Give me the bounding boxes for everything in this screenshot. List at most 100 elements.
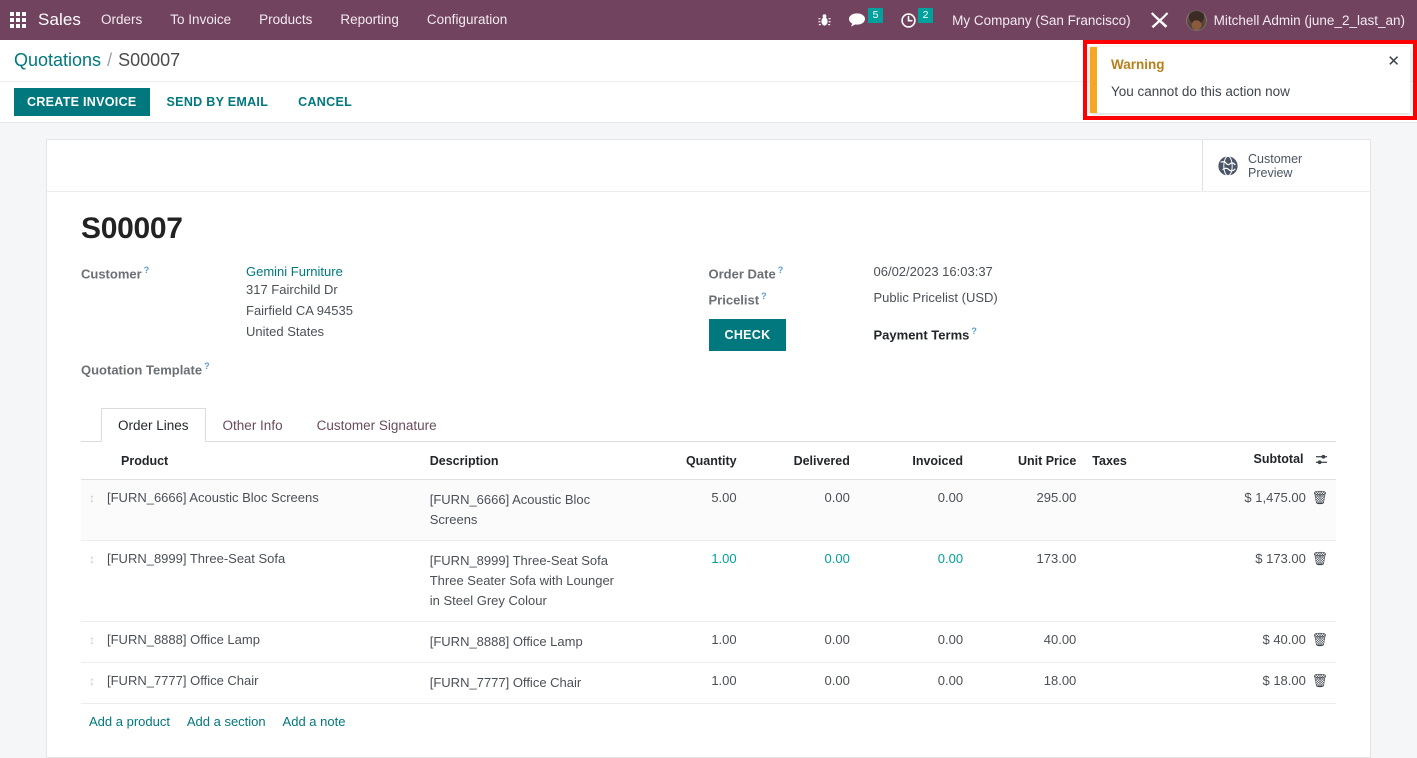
drag-handle-icon[interactable]: ↕ xyxy=(89,674,107,688)
cell-taxes[interactable] xyxy=(1084,540,1179,623)
order-lines-table: Product Description Quantity Delivered I… xyxy=(81,442,1336,739)
field-payment-terms: CHECK Payment Terms? xyxy=(708,318,1337,351)
messaging-menu-button[interactable]: 5 xyxy=(840,0,892,40)
close-icon[interactable]: ✕ xyxy=(1387,54,1400,69)
field-pricelist-value[interactable]: Public Pricelist (USD) xyxy=(874,290,998,305)
tab-order-lines[interactable]: Order Lines xyxy=(101,408,206,443)
drag-handle-icon[interactable]: ↕ xyxy=(89,491,107,505)
cell-delivered[interactable]: 0.00 xyxy=(744,479,858,542)
user-name-label: Mitchell Admin (june_2_last_an) xyxy=(1213,12,1405,28)
cell-invoiced[interactable]: 0.00 xyxy=(857,540,972,623)
column-header-quantity[interactable]: Quantity xyxy=(631,442,745,481)
cell-delivered[interactable]: 0.00 xyxy=(744,621,858,664)
breadcrumb-parent-quotations[interactable]: Quotations xyxy=(14,50,101,71)
trash-icon[interactable]: 🗑 xyxy=(1309,490,1328,505)
column-header-subtotal[interactable]: Subtotal xyxy=(1178,442,1336,481)
field-order-date-value[interactable]: 06/02/2023 16:03:37 xyxy=(874,264,993,279)
company-switcher[interactable]: My Company (San Francisco) xyxy=(942,13,1141,28)
cancel-button[interactable]: CANCEL xyxy=(285,88,365,116)
table-row[interactable]: ↕ [FURN_6666] Acoustic Bloc Screens [FURN… xyxy=(81,479,1336,542)
cell-quantity[interactable]: 5.00 xyxy=(631,479,745,542)
record-sheet: Customer Preview S00007 Customer? Gemini… xyxy=(46,139,1371,758)
order-lines-body: ↕ [FURN_6666] Acoustic Bloc Screens [FURN… xyxy=(81,479,1336,740)
cell-delivered[interactable]: 0.00 xyxy=(744,662,858,705)
cell-taxes[interactable] xyxy=(1084,621,1179,664)
cell-product[interactable]: ↕ [FURN_8888] Office Lamp xyxy=(81,621,422,664)
tooltip-icon[interactable]: ? xyxy=(144,265,150,275)
check-button-cell: CHECK xyxy=(708,318,874,351)
cell-unit-price[interactable]: 18.00 xyxy=(971,662,1085,705)
cell-quantity[interactable]: 1.00 xyxy=(631,540,745,623)
table-row[interactable]: ↕ [FURN_8888] Office Lamp [FURN_8888] Off… xyxy=(81,621,1336,664)
sliders-icon[interactable] xyxy=(1315,453,1328,469)
column-header-unit-price[interactable]: Unit Price xyxy=(971,442,1085,481)
drag-handle-icon[interactable]: ↕ xyxy=(89,552,107,566)
cell-invoiced[interactable]: 0.00 xyxy=(857,662,972,705)
cell-product-text: [FURN_8888] Office Lamp xyxy=(107,632,260,648)
table-row[interactable]: ↕ [FURN_7777] Office Chair [FURN_7777] Of… xyxy=(81,662,1336,705)
sheet-content: S00007 Customer? Gemini Furniture 317 Fa… xyxy=(47,192,1370,739)
systray: 5 2 My Company (San Francisco) Mitchell … xyxy=(809,0,1417,40)
add-a-product-link[interactable]: Add a product xyxy=(89,714,170,729)
cell-product[interactable]: ↕ [FURN_7777] Office Chair xyxy=(81,662,422,705)
drag-handle-icon[interactable]: ↕ xyxy=(89,633,107,647)
create-invoice-button[interactable]: CREATE INVOICE xyxy=(14,88,150,116)
add-a-section-link[interactable]: Add a section xyxy=(187,714,266,729)
menu-item-configuration[interactable]: Configuration xyxy=(413,0,521,40)
menu-item-products[interactable]: Products xyxy=(245,0,326,40)
column-header-description[interactable]: Description xyxy=(421,442,632,481)
column-header-invoiced[interactable]: Invoiced xyxy=(857,442,972,481)
tab-customer-signature[interactable]: Customer Signature xyxy=(300,408,454,442)
send-by-email-button[interactable]: SEND BY EMAIL xyxy=(154,88,282,116)
field-quotation-template-label-text: Quotation Template xyxy=(81,362,203,378)
activity-menu-button[interactable]: 2 xyxy=(892,0,942,40)
trash-icon[interactable]: 🗑 xyxy=(1309,632,1328,647)
notebook: Order Lines Other Info Customer Signatur… xyxy=(81,408,1336,739)
app-brand-sales[interactable]: Sales xyxy=(36,10,87,30)
cell-taxes[interactable] xyxy=(1084,662,1179,705)
cell-description[interactable]: [FURN_7777] Office Chair xyxy=(421,662,632,705)
debug-menu-button[interactable] xyxy=(809,0,840,40)
cell-description[interactable]: [FURN_6666] Acoustic Bloc Screens xyxy=(421,479,632,542)
cell-taxes[interactable] xyxy=(1084,479,1179,542)
page-title: S00007 xyxy=(81,212,183,245)
cell-description[interactable]: [FURN_8999] Three-Seat Sofa Three Seater… xyxy=(421,540,632,623)
cell-unit-price[interactable]: 173.00 xyxy=(971,540,1085,623)
developer-tools-button[interactable] xyxy=(1141,0,1178,40)
user-menu-button[interactable]: Mitchell Admin (june_2_last_an) xyxy=(1178,9,1409,31)
field-pricelist: Pricelist? Public Pricelist (USD) xyxy=(709,290,1337,307)
cell-product[interactable]: ↕ [FURN_8999] Three-Seat Sofa xyxy=(81,540,422,623)
check-button[interactable]: CHECK xyxy=(708,318,787,351)
cell-unit-price[interactable]: 295.00 xyxy=(971,479,1085,542)
table-row[interactable]: ↕ [FURN_8999] Three-Seat Sofa [FURN_8999]… xyxy=(81,540,1336,623)
customer-link[interactable]: Gemini Furniture xyxy=(246,264,353,279)
trash-icon[interactable]: 🗑 xyxy=(1309,673,1328,688)
cell-invoiced[interactable]: 0.00 xyxy=(857,479,972,542)
apps-menu-button[interactable] xyxy=(0,0,36,40)
customer-preview-button[interactable]: Customer Preview xyxy=(1202,140,1370,191)
clock-icon xyxy=(901,12,916,28)
cell-product[interactable]: ↕ [FURN_6666] Acoustic Bloc Screens xyxy=(81,479,422,542)
cell-invoiced[interactable]: 0.00 xyxy=(857,621,972,664)
notebook-tabs: Order Lines Other Info Customer Signatur… xyxy=(81,408,1336,443)
cell-delivered[interactable]: 0.00 xyxy=(744,540,858,623)
menu-item-reporting[interactable]: Reporting xyxy=(326,0,413,40)
cell-quantity[interactable]: 1.00 xyxy=(631,621,745,664)
trash-icon[interactable]: 🗑 xyxy=(1309,551,1328,566)
cell-product-text: [FURN_6666] Acoustic Bloc Screens xyxy=(107,490,319,506)
cell-description[interactable]: [FURN_8888] Office Lamp xyxy=(421,621,632,664)
cell-unit-price[interactable]: 40.00 xyxy=(971,621,1085,664)
tooltip-icon[interactable]: ? xyxy=(204,361,210,371)
tab-other-info[interactable]: Other Info xyxy=(206,408,300,442)
column-header-product[interactable]: Product xyxy=(81,442,422,481)
column-header-delivered[interactable]: Delivered xyxy=(744,442,858,481)
column-header-taxes[interactable]: Taxes xyxy=(1084,442,1179,481)
menu-item-orders[interactable]: Orders xyxy=(87,0,156,40)
add-a-note-link[interactable]: Add a note xyxy=(283,714,346,729)
menu-item-to-invoice[interactable]: To Invoice xyxy=(156,0,245,40)
smart-button-bar: Customer Preview xyxy=(47,140,1370,192)
tooltip-icon[interactable]: ? xyxy=(761,291,767,301)
tooltip-icon[interactable]: ? xyxy=(971,326,977,336)
cell-quantity[interactable]: 1.00 xyxy=(631,662,745,705)
tooltip-icon[interactable]: ? xyxy=(778,265,784,275)
